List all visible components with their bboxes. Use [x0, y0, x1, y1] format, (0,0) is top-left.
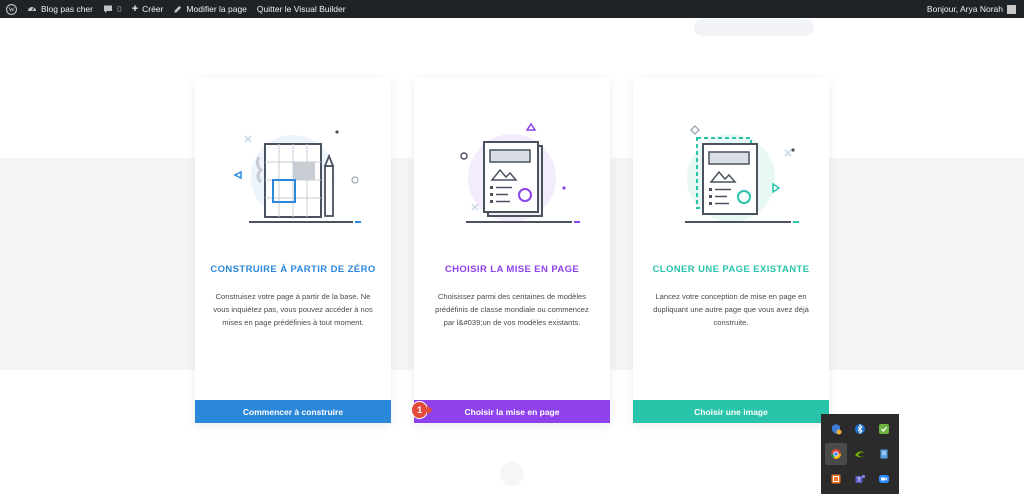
- comments-link[interactable]: 0: [98, 0, 127, 18]
- step-number: 1: [411, 401, 429, 419]
- card-description: Choisissez parmi des centaines de modèle…: [435, 292, 589, 327]
- account-menu[interactable]: Bonjour, Arya Norah: [922, 0, 1024, 18]
- app-orange-icon[interactable]: [825, 467, 847, 490]
- choose-layout-illustration: [460, 122, 580, 223]
- card-build-from-scratch: CONSTRUIRE À PARTIR DE ZÉRO Construisez …: [195, 78, 391, 423]
- card-description: Construisez votre page à partir de la ba…: [213, 292, 373, 327]
- step-badge: 1: [411, 400, 433, 420]
- comment-icon: [103, 5, 112, 13]
- background-circle: [500, 462, 524, 486]
- admin-bar: W Blog pas cher 0 + Créer Modifier la pa…: [0, 0, 1024, 18]
- site-name-link[interactable]: Blog pas cher: [22, 0, 98, 18]
- wordpress-icon: W: [6, 3, 17, 15]
- create-menu[interactable]: + Créer: [127, 0, 169, 18]
- card-title: CLONER UNE PAGE EXISTANTE: [652, 264, 810, 275]
- card-title: CONSTRUIRE À PARTIR DE ZÉRO: [210, 264, 376, 275]
- avatar: [1007, 4, 1016, 14]
- plus-icon: +: [131, 3, 139, 15]
- exit-visual-builder-label: Quitter le Visual Builder: [256, 4, 346, 14]
- pencil-icon: [174, 5, 182, 13]
- card-description: Lancez votre conception de mise en page …: [653, 292, 809, 327]
- build-from-scratch-illustration: [233, 130, 361, 223]
- background-button: [694, 19, 814, 36]
- notepad-icon[interactable]: [873, 443, 895, 466]
- teams-icon[interactable]: T: [849, 467, 871, 490]
- card-title: CHOISIR LA MISE EN PAGE: [444, 264, 580, 275]
- exit-visual-builder-link[interactable]: Quitter le Visual Builder: [252, 0, 351, 18]
- choose-image-button[interactable]: Choisir une image: [633, 400, 829, 423]
- dashboard-icon: [28, 7, 36, 11]
- security-check-icon[interactable]: [873, 418, 895, 441]
- create-label: Créer: [142, 4, 164, 14]
- bluetooth-icon[interactable]: [849, 418, 871, 441]
- choose-layout-button[interactable]: Choisir la mise en page: [414, 400, 610, 423]
- zoom-icon[interactable]: [873, 467, 895, 490]
- card-clone-page: CLONER UNE PAGE EXISTANTE Lancez votre c…: [633, 78, 829, 423]
- clone-page-illustration: [685, 125, 799, 223]
- nvidia-icon[interactable]: [849, 443, 871, 466]
- svg-text:W: W: [8, 7, 14, 13]
- chrome-icon[interactable]: [825, 442, 847, 466]
- badge-pointer-icon: [427, 405, 433, 415]
- comments-count: 0: [116, 4, 122, 14]
- wordpress-logo[interactable]: W: [0, 0, 22, 18]
- edit-page-label: Modifier la page: [186, 4, 247, 14]
- shield-alert-icon[interactable]: [825, 418, 847, 441]
- card-choose-layout: CHOISIR LA MISE EN PAGE Choisissez parmi…: [414, 78, 610, 423]
- system-tray-popup: T: [821, 414, 899, 494]
- edit-page-link[interactable]: Modifier la page: [168, 0, 251, 18]
- start-building-button[interactable]: Commencer à construire: [195, 400, 391, 423]
- greeting: Bonjour, Arya Norah: [926, 4, 1003, 14]
- site-name: Blog pas cher: [41, 4, 93, 14]
